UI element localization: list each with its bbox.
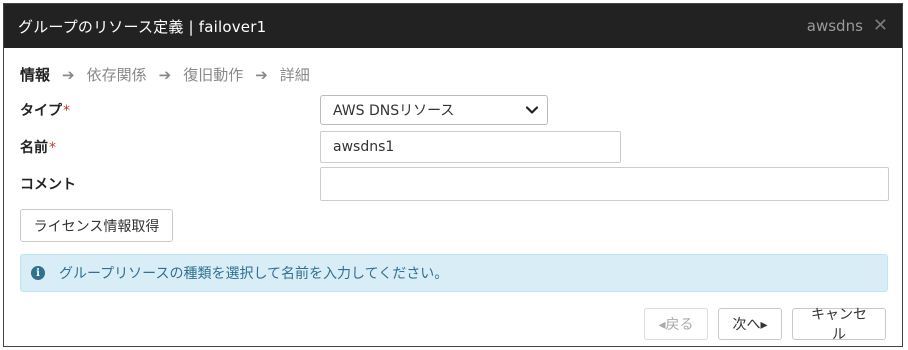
info-alert: i グループリソースの種類を選択して名前を入力してください。 <box>20 254 888 292</box>
name-input-value: awsdns1 <box>333 139 395 155</box>
name-label-text: 名前 <box>20 140 48 156</box>
get-license-info-button[interactable]: ライセンス情報取得 <box>20 209 173 242</box>
arrow-right-icon: ➔ <box>158 65 172 84</box>
step-info: 情報 <box>20 66 51 84</box>
name-label: 名前* <box>20 137 320 157</box>
info-message: グループリソースの種類を選択して名前を入力してください。 <box>59 266 449 282</box>
close-icon[interactable]: ✕ <box>873 17 888 35</box>
step-details: 詳細 <box>279 66 310 84</box>
step-recovery: 復旧動作 <box>183 66 244 84</box>
titlebar-right: awsdns ✕ <box>806 17 888 36</box>
type-select[interactable]: AWS DNSリソース <box>320 95 548 125</box>
info-icon: i <box>31 266 45 280</box>
dialog-footer: ◂戻る 次へ▸ キャンセル <box>644 307 886 343</box>
arrow-right-icon: ➔ <box>255 65 268 84</box>
resource-definition-dialog: グループのリソース定義 | failover1 awsdns ✕ 情報 ➔ 依存… <box>3 3 903 347</box>
step-dependency: 依存関係 <box>86 66 147 84</box>
next-button[interactable]: 次へ▸ <box>718 308 782 340</box>
type-label: タイプ* <box>20 100 320 120</box>
type-row: タイプ* AWS DNSリソース <box>20 95 548 125</box>
dialog-title: グループのリソース定義 | failover1 <box>18 17 267 36</box>
chevron-down-icon <box>525 106 539 114</box>
resource-name-label: awsdns <box>806 17 863 35</box>
wizard-steps: 情報 ➔ 依存関係 ➔ 復旧動作 ➔ 詳細 <box>20 64 310 85</box>
cancel-button[interactable]: キャンセル <box>792 307 886 343</box>
type-label-text: タイプ <box>20 103 62 119</box>
dialog-titlebar: グループのリソース定義 | failover1 awsdns ✕ <box>4 4 902 48</box>
name-input[interactable]: awsdns1 <box>320 131 621 163</box>
comment-row: コメント <box>20 167 889 201</box>
required-mark: * <box>49 140 56 156</box>
comment-input[interactable] <box>320 167 889 201</box>
arrow-right-icon: ➔ <box>62 65 75 84</box>
comment-label: コメント <box>20 177 76 193</box>
back-button[interactable]: ◂戻る <box>644 308 708 340</box>
type-select-value: AWS DNSリソース <box>333 103 455 119</box>
required-mark: * <box>63 103 70 119</box>
name-row: 名前* awsdns1 <box>20 131 621 163</box>
